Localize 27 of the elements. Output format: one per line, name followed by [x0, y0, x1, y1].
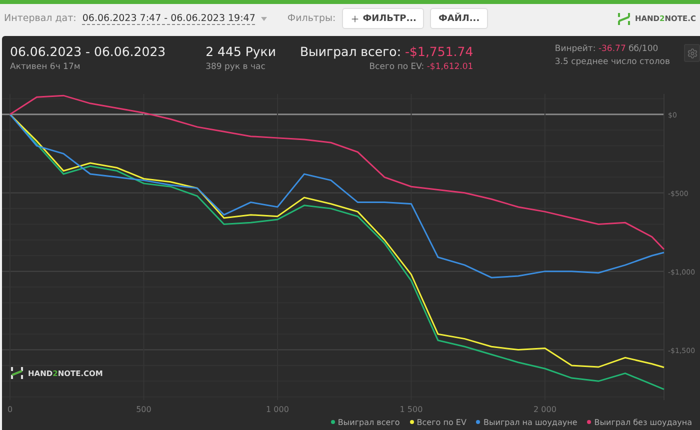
tables-text: 3.5 среднее число столов: [554, 57, 670, 67]
x-tick-label: 0: [7, 405, 13, 414]
logo-icon: [10, 366, 24, 380]
hands-count: 2 445 Руки: [206, 44, 276, 59]
x-tick-label: 500: [136, 405, 152, 414]
winrate-text: Винрейт: -36.77 бб/100: [554, 44, 658, 54]
filters-label: Фильтры:: [287, 13, 336, 24]
date-range-picker[interactable]: 06.06.2023 7:47 - 06.06.2023 19:47: [82, 12, 256, 25]
logo-icon: [616, 12, 631, 26]
x-tick-label: 1 500: [400, 405, 423, 414]
date-range-label: Интервал дат:: [4, 13, 76, 24]
ev-total: Всего по EV: -$1,612.01: [369, 62, 474, 72]
legend-item[interactable]: Выиграл на шоудауне: [476, 418, 578, 426]
legend-item[interactable]: Всего по EV: [410, 418, 466, 426]
x-tick-label: 1 000: [266, 405, 289, 414]
x-tick-label: 2 000: [534, 405, 556, 414]
filter-button[interactable]: ФИЛЬТР...: [342, 8, 424, 30]
active-time: Активен 6ч 17м: [10, 62, 80, 72]
legend-item[interactable]: Выиграл без шоудауна: [587, 418, 692, 426]
period-text: 06.06.2023 - 06.06.2023: [10, 44, 166, 59]
hands-rate: 389 рук в час: [206, 62, 266, 72]
plus-icon: [350, 14, 360, 24]
settings-button[interactable]: [684, 44, 700, 62]
total-won: Выиграл всего: -$1,751.74: [300, 44, 474, 59]
caret-icon: [261, 16, 268, 21]
filter-button[interactable]: ФАЙЛ...: [430, 8, 488, 30]
legend-item[interactable]: Выиграл всего: [330, 418, 400, 426]
